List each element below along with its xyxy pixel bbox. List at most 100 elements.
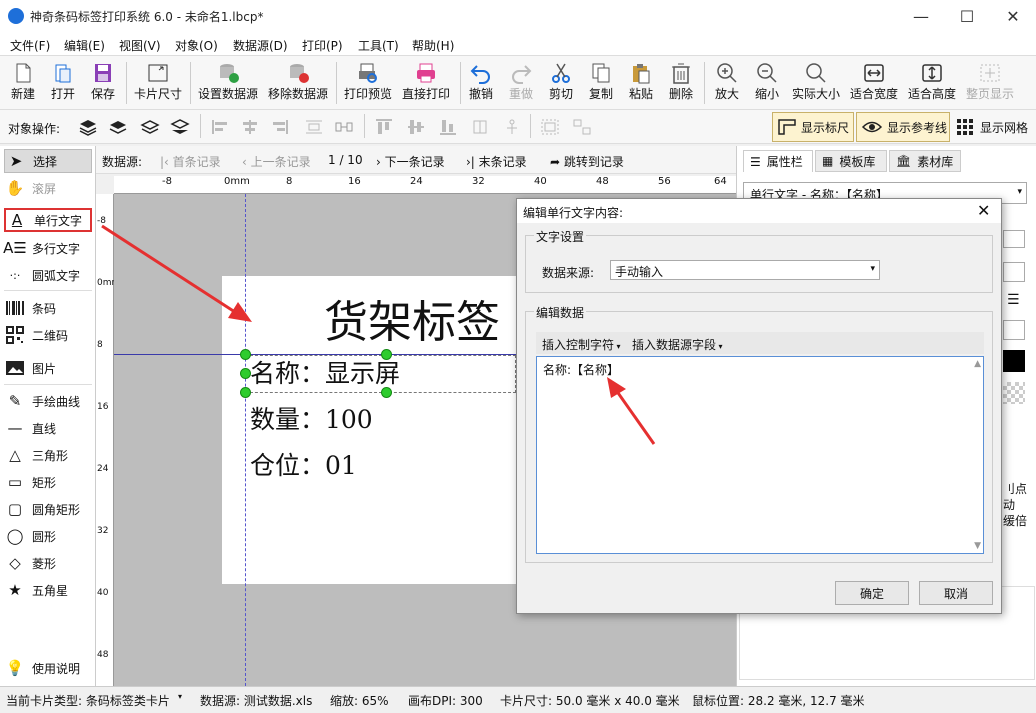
set-datasource-label: 设置数据源 [197, 87, 258, 101]
nav-first-button[interactable]: |‹ 首条记录 [160, 153, 221, 170]
tool-diamond[interactable]: ◇ 菱形 [4, 551, 92, 575]
label-line-location[interactable]: 仓位：01 [250, 446, 357, 482]
same-width-icon[interactable] [470, 118, 490, 136]
tool-star[interactable]: ★ 五角星 [4, 578, 92, 602]
tool-single-text[interactable]: A 单行文字 [4, 208, 92, 232]
actual-size-button[interactable]: 实际大小 [788, 58, 844, 108]
show-grid-toggle[interactable]: 显示网格 [956, 118, 1028, 136]
resize-handle[interactable] [381, 349, 392, 360]
show-guides-toggle[interactable]: 显示参考线 [856, 112, 950, 142]
nav-prev-button[interactable]: ‹ 上一条记录 [242, 153, 311, 170]
copy-button[interactable]: 复制 [582, 58, 620, 108]
resize-handle[interactable] [240, 349, 251, 360]
align-center-icon[interactable] [240, 118, 260, 136]
new-button[interactable]: 新建 [4, 58, 42, 108]
property-spin[interactable] [1003, 262, 1025, 282]
tool-freehand[interactable]: ✎ 手绘曲线 [4, 389, 92, 413]
tool-arc-text[interactable]: ·:· 圆弧文字 [4, 263, 92, 287]
dropdown-arrow-icon[interactable]: ▾ [178, 692, 182, 701]
property-spin[interactable] [1003, 320, 1025, 340]
send-backward-icon[interactable] [140, 118, 160, 136]
tab-properties[interactable]: ☰ 属性栏 [743, 150, 813, 172]
label-line-qty[interactable]: 数量：100 [250, 400, 373, 436]
menu-datasource[interactable]: 数据源(D) [233, 37, 288, 54]
tool-line[interactable]: — 直线 [4, 416, 92, 440]
distribute-h-icon[interactable] [304, 118, 324, 136]
tool-scroll[interactable]: ✋ 滚屏 [4, 176, 92, 200]
menu-object[interactable]: 对象(O) [175, 37, 218, 54]
direct-print-button[interactable]: 直接打印 [398, 58, 454, 108]
nav-jump-button[interactable]: ➦ 跳转到记录 [550, 153, 624, 170]
close-button[interactable]: ✕ [990, 0, 1036, 32]
color-swatch[interactable] [1003, 350, 1025, 372]
cancel-button[interactable]: 取消 [919, 581, 993, 605]
source-select[interactable]: 手动输入 ▾ [610, 260, 880, 280]
redo-button[interactable]: 重做 [502, 58, 540, 108]
align-middle-icon[interactable] [406, 118, 426, 136]
tool-qrcode[interactable]: 二维码 [4, 323, 92, 347]
menu-file[interactable]: 文件(F) [10, 37, 50, 54]
nav-last-button[interactable]: ›| 末条记录 [466, 153, 527, 170]
align-bottom-icon[interactable] [438, 118, 458, 136]
tool-rounded-rect[interactable]: ▢ 圆角矩形 [4, 497, 92, 521]
fit-width-button[interactable]: 适合宽度 [846, 58, 902, 108]
group-icon[interactable] [540, 118, 560, 136]
resize-handle[interactable] [381, 387, 392, 398]
set-datasource-button[interactable]: 设置数据源 [194, 58, 262, 108]
menu-view[interactable]: 视图(V) [119, 37, 161, 54]
resize-handle[interactable] [240, 368, 251, 379]
menu-edit[interactable]: 编辑(E) [64, 37, 105, 54]
ungroup-icon[interactable] [572, 118, 592, 136]
menu-help[interactable]: 帮助(H) [412, 37, 454, 54]
fit-page-button[interactable]: 整页显示 [962, 58, 1018, 108]
align-justify-icon[interactable]: ☰ [1007, 292, 1020, 308]
cut-button[interactable]: 剪切 [542, 58, 580, 108]
undo-button[interactable]: 撤销 [462, 58, 500, 108]
tab-templates[interactable]: ▦ 模板库 [815, 150, 887, 172]
zoom-out-button[interactable]: 缩小 [748, 58, 786, 108]
print-preview-button[interactable]: 打印预览 [340, 58, 396, 108]
insert-control-char-button[interactable]: 插入控制字符 ▾ [542, 336, 621, 353]
bring-front-icon[interactable] [78, 118, 98, 136]
align-top-icon[interactable] [374, 118, 394, 136]
tool-barcode[interactable]: 条码 [4, 296, 92, 320]
menu-tools[interactable]: 工具(T) [358, 37, 399, 54]
tool-rect[interactable]: ▭ 矩形 [4, 470, 92, 494]
nav-next-button[interactable]: › 下一条记录 [376, 153, 445, 170]
save-button[interactable]: 保存 [84, 58, 122, 108]
fit-height-button[interactable]: 适合高度 [904, 58, 960, 108]
delete-button[interactable]: 删除 [662, 58, 700, 108]
minimize-button[interactable]: — [898, 0, 944, 32]
resize-handle[interactable] [240, 387, 251, 398]
maximize-button[interactable]: ☐ [944, 0, 990, 32]
menu-print[interactable]: 打印(P) [302, 37, 343, 54]
align-left-icon[interactable] [210, 118, 230, 136]
tool-triangle[interactable]: △ 三角形 [4, 443, 92, 467]
tool-help[interactable]: 💡 使用说明 [4, 656, 92, 680]
content-textarea[interactable]: 名称:【名称】 ▲ ▼ [536, 356, 984, 554]
open-button[interactable]: 打开 [44, 58, 82, 108]
paste-button[interactable]: 粘贴 [622, 58, 660, 108]
label-card[interactable]: 货架标签 名称：显示屏 数量：100 仓位：01 [222, 276, 522, 584]
insert-field-button[interactable]: 插入数据源字段 ▾ [632, 336, 723, 353]
tool-select[interactable]: ➤ 选择 [4, 149, 92, 173]
show-ruler-toggle[interactable]: 显示标尺 [772, 112, 854, 142]
remove-datasource-button[interactable]: 移除数据源 [264, 58, 332, 108]
tool-image[interactable]: 图片 [4, 356, 92, 380]
scroll-down-icon[interactable]: ▼ [974, 541, 981, 551]
dialog-close-button[interactable]: ✕ [977, 201, 990, 220]
property-field[interactable] [1003, 230, 1025, 248]
tab-assets[interactable]: 🏛 素材库 [889, 150, 961, 172]
scroll-up-icon[interactable]: ▲ [974, 359, 981, 369]
align-right-icon[interactable] [270, 118, 290, 136]
same-height-icon[interactable] [502, 118, 522, 136]
card-size-button[interactable]: 卡片尺寸 [130, 58, 186, 108]
tool-ellipse[interactable]: ◯ 圆形 [4, 524, 92, 548]
zoom-in-button[interactable]: 放大 [708, 58, 746, 108]
bring-forward-icon[interactable] [108, 118, 128, 136]
send-back-icon[interactable] [170, 118, 190, 136]
ok-button[interactable]: 确定 [835, 581, 909, 605]
tool-multi-text[interactable]: A☰ 多行文字 [3, 236, 92, 260]
transparency-swatch[interactable] [1003, 382, 1025, 404]
distribute-v-icon[interactable] [334, 118, 354, 136]
